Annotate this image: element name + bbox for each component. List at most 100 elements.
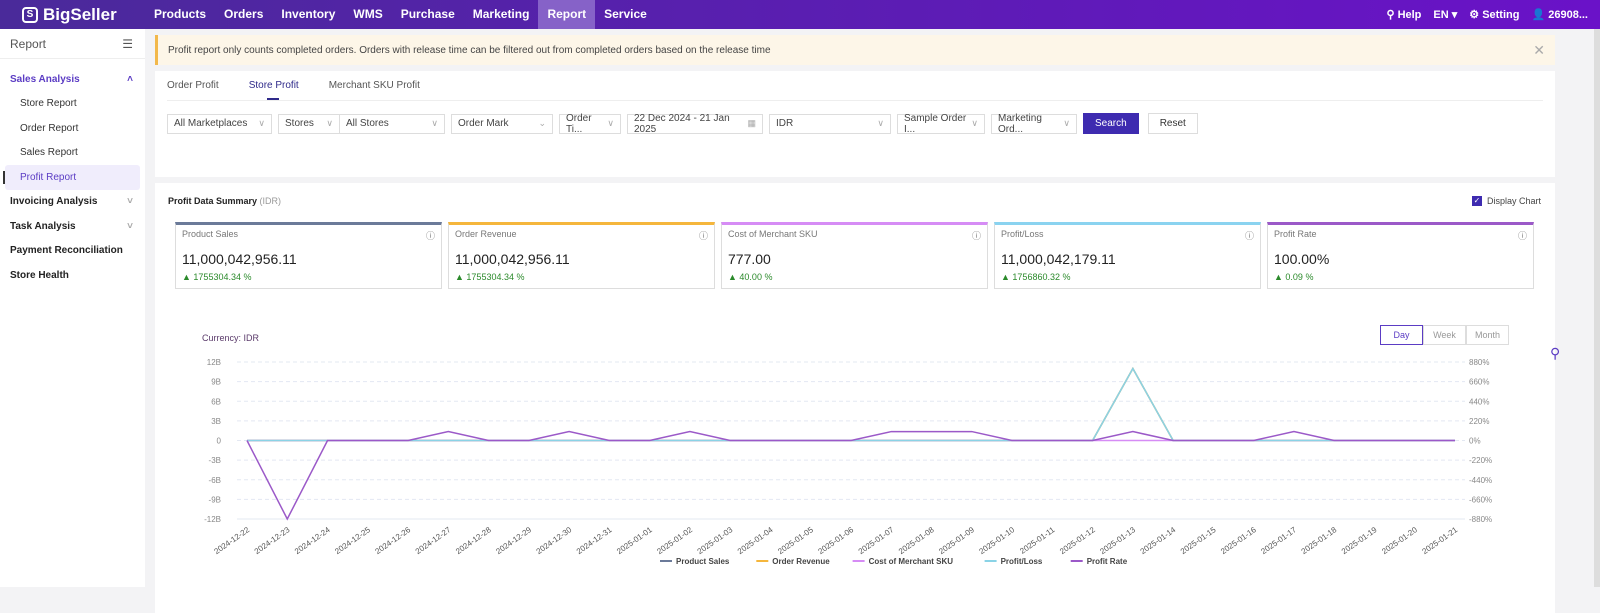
period-day[interactable]: Day xyxy=(1380,325,1423,345)
period-week[interactable]: Week xyxy=(1423,325,1466,345)
value: All Stores xyxy=(346,118,389,129)
display-chart-checkbox[interactable]: ✓ Display Chart xyxy=(1471,196,1541,206)
card-change: ▲ 1756860.32 % xyxy=(1001,272,1071,282)
currency-select[interactable]: IDR ∨ xyxy=(769,113,891,134)
filter-panel: Order Profit Store Profit Merchant SKU P… xyxy=(155,71,1555,177)
change-value: 1756860.32 % xyxy=(1012,272,1071,282)
change-value: 1755304.34 % xyxy=(193,272,252,282)
nav-marketing[interactable]: Marketing xyxy=(464,0,539,29)
order-time-select[interactable]: Order Ti... ∨ xyxy=(559,112,621,135)
nav-wms[interactable]: WMS xyxy=(344,0,391,29)
x-tick: 2025-01-19 xyxy=(1340,525,1379,556)
card-change: ▲ 1755304.34 % xyxy=(455,272,525,282)
y-left-tick: 12B xyxy=(207,358,221,367)
sidebar-item-store-health[interactable]: Store Health xyxy=(0,263,145,288)
card-change: ▲ 1755304.34 % xyxy=(182,272,252,282)
reset-button[interactable]: Reset xyxy=(1147,113,1198,134)
language-select[interactable]: EN ▾ xyxy=(1433,8,1457,21)
sidebar-item-profit-report[interactable]: Profit Report xyxy=(3,165,140,190)
close-icon[interactable]: ✕ xyxy=(1533,42,1545,59)
y-left-tick: 3B xyxy=(211,417,221,426)
date-range-picker[interactable]: 22 Dec 2024 - 21 Jan 2025 ▦ xyxy=(627,113,763,135)
y-left-tick: -9B xyxy=(209,495,221,504)
nav-service[interactable]: Service xyxy=(595,0,656,29)
metric-card: Profit Rate ⓘ 100.00% ▲ 0.09 % xyxy=(1267,222,1534,289)
metric-card: Order Revenue ⓘ 11,000,042,956.11 ▲ 1755304… xyxy=(448,222,715,289)
search-float-icon[interactable]: ⚲ xyxy=(1550,345,1560,362)
order-mark-select[interactable]: Order Mark ⌄ xyxy=(451,113,553,134)
main-nav: Products Orders Inventory WMS Purchase Market… xyxy=(145,0,656,29)
chevron-down-icon: ˅ xyxy=(127,196,133,208)
sidebar-group-invoicing-analysis[interactable]: Invoicing Analysis ˅ xyxy=(0,190,145,215)
x-tick: 2025-01-16 xyxy=(1219,525,1258,556)
series-line-order-revenue xyxy=(247,367,1455,442)
user-menu[interactable]: 👤 26908... xyxy=(1531,8,1588,21)
help-icon[interactable]: ⓘ xyxy=(426,229,435,242)
sidebar-item-payment-reconciliation[interactable]: Payment Reconciliation xyxy=(0,239,145,264)
marketplace-select[interactable]: All Marketplaces ∨ xyxy=(167,113,272,134)
x-tick: 2024-12-29 xyxy=(494,525,533,556)
x-tick: 2025-01-17 xyxy=(1259,525,1298,556)
value: Order Ti... xyxy=(566,112,592,135)
y-right-tick: -660% xyxy=(1469,495,1492,504)
x-tick: 2024-12-27 xyxy=(414,525,453,556)
help-icon[interactable]: ⓘ xyxy=(699,229,708,242)
series-line-profit-rate xyxy=(246,430,1455,521)
tab-store-profit[interactable]: Store Profit xyxy=(249,80,299,100)
nav-report[interactable]: Report xyxy=(538,0,596,29)
sidebar-group-sales-analysis[interactable]: Sales Analysis ˄ xyxy=(0,67,145,92)
change-value: 0.09 % xyxy=(1285,272,1314,282)
legend-item: Order Revenue xyxy=(772,557,830,566)
sidebar-item-store-report[interactable]: Store Report xyxy=(0,92,145,117)
x-tick: 2025-01-09 xyxy=(937,525,976,556)
scrollbar[interactable] xyxy=(1594,29,1600,587)
tab-merchant-sku-profit[interactable]: Merchant SKU Profit xyxy=(329,80,420,91)
search-button[interactable]: Search xyxy=(1083,113,1139,134)
y-right-tick: -880% xyxy=(1469,515,1492,524)
group-label: Invoicing Analysis xyxy=(10,196,98,208)
period-month[interactable]: Month xyxy=(1466,325,1509,345)
x-tick: 2025-01-20 xyxy=(1380,525,1419,556)
y-right-tick: 440% xyxy=(1469,397,1489,406)
chevron-down-icon: ∨ xyxy=(258,118,265,128)
logo[interactable]: S BigSeller xyxy=(0,5,145,25)
legend-item: Cost of Merchant SKU xyxy=(869,557,954,566)
period-toggle: Day Week Month xyxy=(1380,325,1509,345)
help-icon[interactable]: ⓘ xyxy=(972,229,981,242)
notice-banner: Profit report only counts completed orde… xyxy=(155,35,1555,65)
sidebar-group-task-analysis[interactable]: Task Analysis ˅ xyxy=(0,214,145,239)
store-type-select[interactable]: Stores ∨ xyxy=(278,113,340,134)
nav-products[interactable]: Products xyxy=(145,0,215,29)
card-label: Profit/Loss xyxy=(1001,229,1044,239)
summary-unit: (IDR) xyxy=(259,196,282,206)
sample-order-select[interactable]: Sample Order I... ∨ xyxy=(897,112,985,135)
setting-label: Setting xyxy=(1482,9,1520,21)
tab-order-profit[interactable]: Order Profit xyxy=(167,80,219,91)
y-left-tick: 0 xyxy=(217,437,222,446)
x-tick: 2025-01-03 xyxy=(696,525,735,556)
nav-orders[interactable]: Orders xyxy=(215,0,272,29)
help-icon[interactable]: ⓘ xyxy=(1245,229,1254,242)
collapse-sidebar-icon[interactable]: ☰ xyxy=(122,37,133,51)
series-line-profit-loss xyxy=(247,367,1455,442)
help-icon[interactable]: ⓘ xyxy=(1518,229,1527,242)
top-nav: S BigSeller Products Orders Inventory WMS Pur… xyxy=(0,0,1600,29)
sidebar-item-order-report[interactable]: Order Report xyxy=(0,116,145,141)
x-tick: 2024-12-23 xyxy=(253,525,292,556)
nav-inventory[interactable]: Inventory xyxy=(272,0,344,29)
y-left-tick: -3B xyxy=(209,456,221,465)
notice-text: Profit report only counts completed orde… xyxy=(168,44,771,56)
x-tick: 2024-12-25 xyxy=(333,525,372,556)
help-link[interactable]: ⚲ Help xyxy=(1386,8,1421,21)
value: Sample Order I... xyxy=(904,112,967,135)
sidebar-item-sales-report[interactable]: Sales Report xyxy=(0,141,145,166)
y-right-tick: 880% xyxy=(1469,358,1489,367)
nav-purchase[interactable]: Purchase xyxy=(392,0,464,29)
x-tick: 2025-01-15 xyxy=(1179,525,1218,556)
marketing-order-select[interactable]: Marketing Ord... ∨ xyxy=(991,113,1077,135)
stores-select[interactable]: All Stores ∨ xyxy=(340,113,445,134)
help-label: Help xyxy=(1397,9,1422,21)
card-value: 11,000,042,956.11 xyxy=(455,251,570,267)
sidebar-title: Report xyxy=(10,36,47,51)
setting-link[interactable]: ⚙ Setting xyxy=(1469,8,1519,21)
